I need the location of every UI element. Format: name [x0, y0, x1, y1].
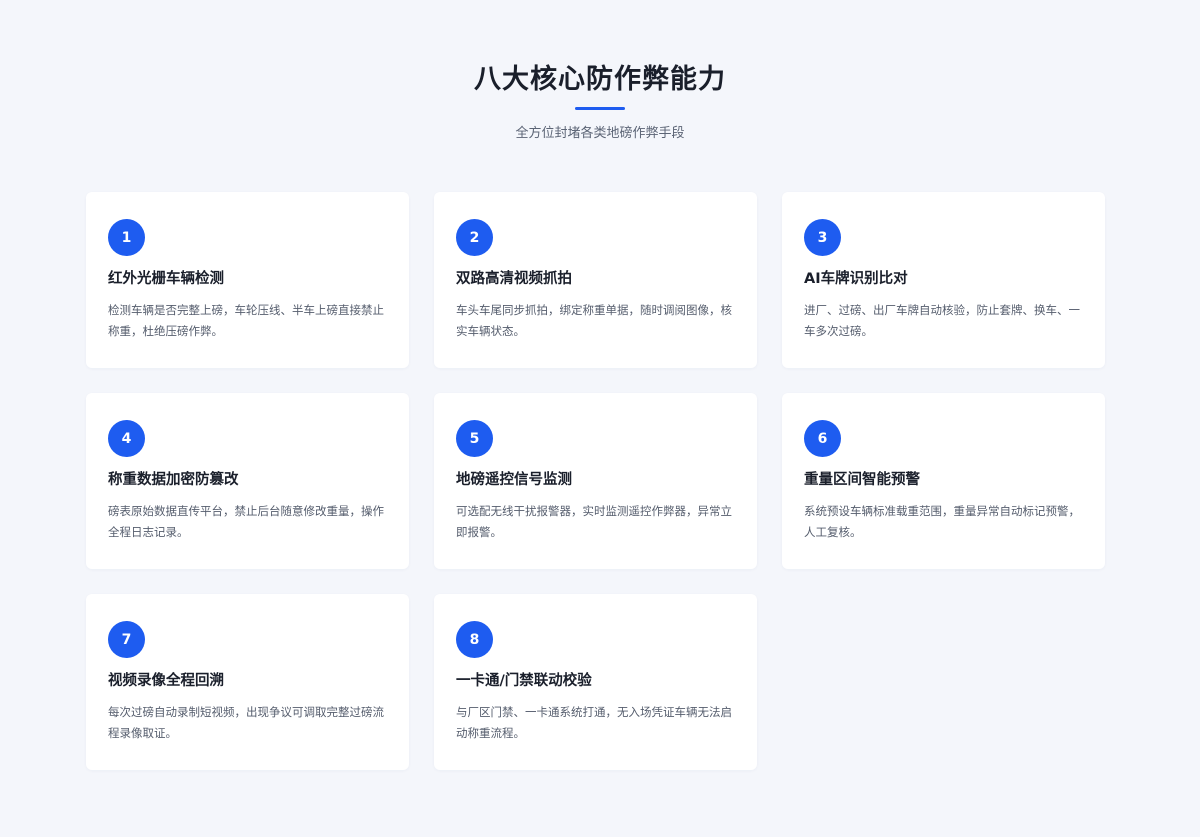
feature-title: 双路高清视频抓拍: [456, 271, 572, 287]
feature-title: AI车牌识别比对: [804, 271, 908, 287]
number-badge: 7: [108, 621, 145, 658]
number-badge: 8: [456, 621, 493, 658]
feature-description: 磅表原始数据直传平台，禁止后台随意修改重量，操作全程日志记录。: [108, 504, 384, 539]
feature-card-1: 1 红外光栅车辆检测 检测车辆是否完整上磅，车轮压线、半车上磅直接禁止称重，杜绝…: [86, 192, 409, 368]
feature-card-7: 7 视频录像全程回溯 每次过磅自动录制短视频，出现争议可调取完整过磅流程录像取证…: [86, 594, 409, 770]
feature-description: 可选配无线干扰报警器，实时监测遥控作弊器，异常立即报警。: [456, 504, 732, 539]
feature-description: 检测车辆是否完整上磅，车轮压线、半车上磅直接禁止称重，杜绝压磅作弊。: [108, 303, 384, 338]
feature-card-2: 2 双路高清视频抓拍 车头车尾同步抓拍，绑定称重单据，随时调阅图像，核实车辆状态…: [434, 192, 757, 368]
title-underline: [575, 107, 625, 110]
feature-title: 地磅遥控信号监测: [456, 472, 572, 488]
feature-description: 系统预设车辆标准载重范围，重量异常自动标记预警，人工复核。: [804, 504, 1080, 539]
feature-title: 红外光栅车辆检测: [108, 271, 224, 287]
feature-card-8: 8 一卡通/门禁联动校验 与厂区门禁、一卡通系统打通，无入场凭证车辆无法启动称重…: [434, 594, 757, 770]
page-subtitle: 全方位封堵各类地磅作弊手段: [515, 126, 685, 141]
number-badge: 4: [108, 420, 145, 457]
feature-description: 与厂区门禁、一卡通系统打通，无入场凭证车辆无法启动称重流程。: [456, 705, 732, 740]
feature-card-6: 6 重量区间智能预警 系统预设车辆标准载重范围，重量异常自动标记预警，人工复核。: [782, 393, 1105, 569]
feature-card-3: 3 AI车牌识别比对 进厂、过磅、出厂车牌自动核验，防止套牌、换车、一车多次过磅…: [782, 192, 1105, 368]
feature-title: 一卡通/门禁联动校验: [456, 673, 592, 689]
number-badge: 1: [108, 219, 145, 256]
feature-title: 视频录像全程回溯: [108, 673, 224, 689]
number-badge: 2: [456, 219, 493, 256]
number-badge: 5: [456, 420, 493, 457]
feature-description: 每次过磅自动录制短视频，出现争议可调取完整过磅流程录像取证。: [108, 705, 384, 740]
number-badge: 3: [804, 219, 841, 256]
section-header: 八大核心防作弊能力 全方位封堵各类地磅作弊手段: [0, 60, 1200, 144]
number-badge: 6: [804, 420, 841, 457]
feature-description: 进厂、过磅、出厂车牌自动核验，防止套牌、换车、一车多次过磅。: [804, 303, 1080, 338]
feature-grid: 1 红外光栅车辆检测 检测车辆是否完整上磅，车轮压线、半车上磅直接禁止称重，杜绝…: [86, 192, 1106, 770]
feature-title: 重量区间智能预警: [804, 472, 920, 488]
feature-card-4: 4 称重数据加密防篡改 磅表原始数据直传平台，禁止后台随意修改重量，操作全程日志…: [86, 393, 409, 569]
feature-description: 车头车尾同步抓拍，绑定称重单据，随时调阅图像，核实车辆状态。: [456, 303, 732, 338]
feature-title: 称重数据加密防篡改: [108, 472, 239, 488]
page-title: 八大核心防作弊能力: [474, 64, 726, 95]
feature-card-5: 5 地磅遥控信号监测 可选配无线干扰报警器，实时监测遥控作弊器，异常立即报警。: [434, 393, 757, 569]
